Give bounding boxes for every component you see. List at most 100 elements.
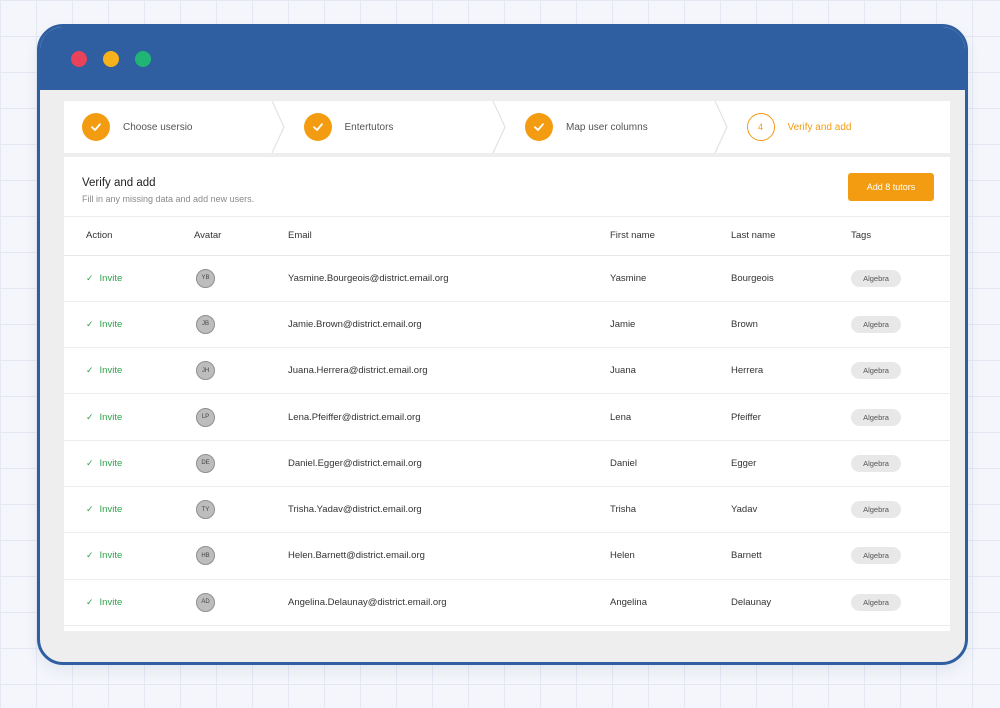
email-cell: Daniel.Egger@district.email.org bbox=[288, 440, 610, 487]
minimize-window-dot-icon[interactable] bbox=[103, 51, 119, 67]
step-divider-chevron-icon bbox=[713, 101, 728, 153]
last-name-cell: Bourgeois bbox=[731, 255, 851, 302]
table-row[interactable]: ✓ Invite AD Angelina.Delaunay@district.em… bbox=[64, 579, 950, 626]
check-icon: ✓ bbox=[86, 457, 94, 468]
table-row[interactable]: ✓ Invite DE Daniel.Egger@district.email.o… bbox=[64, 440, 950, 487]
invite-action[interactable]: ✓ Invite bbox=[86, 365, 122, 376]
first-name-cell: Yasmine bbox=[610, 255, 731, 302]
check-icon: ✓ bbox=[86, 596, 94, 607]
avatar: JH bbox=[196, 361, 215, 381]
wizard-stepper: Choose usersio Entertutors Map user colu… bbox=[64, 101, 950, 153]
avatar: JB bbox=[196, 314, 215, 334]
column-header-email[interactable]: Email bbox=[288, 217, 610, 256]
window-titlebar bbox=[40, 27, 965, 90]
first-name-cell: Lena bbox=[610, 393, 731, 441]
check-icon: ✓ bbox=[86, 272, 94, 283]
table-row[interactable]: ✓ Invite TY Trisha.Yadav@district.email.o… bbox=[64, 486, 950, 534]
avatar: HB bbox=[196, 546, 215, 566]
invite-action[interactable]: ✓ Invite bbox=[86, 273, 122, 284]
step-label: Map user columns bbox=[566, 121, 648, 133]
users-table: Action Avatar Email First name Last name… bbox=[64, 217, 950, 626]
first-name-cell: Helen bbox=[610, 532, 731, 580]
email-cell: Juana.Herrera@district.email.org bbox=[288, 347, 610, 395]
check-circle-icon bbox=[82, 113, 110, 141]
close-window-dot-icon[interactable] bbox=[71, 51, 87, 67]
invite-label: Invite bbox=[99, 411, 123, 423]
panel-subtitle: Fill in any missing data and add new use… bbox=[82, 194, 255, 204]
email-cell: Trisha.Yadav@district.email.org bbox=[288, 486, 610, 534]
add-tutors-button[interactable]: Add 8 tutors bbox=[848, 173, 934, 201]
tag-badge[interactable]: Algebra bbox=[851, 269, 901, 287]
invite-label: Invite bbox=[99, 318, 123, 330]
check-circle-icon bbox=[525, 113, 553, 141]
step-choose-users[interactable]: Choose usersio bbox=[64, 101, 286, 153]
column-header-first-name[interactable]: First name bbox=[610, 217, 731, 256]
step-number-badge: 4 bbox=[746, 113, 775, 141]
tag-badge[interactable]: Algebra bbox=[851, 315, 901, 333]
tag-badge[interactable]: Algebra bbox=[851, 362, 901, 380]
verify-panel: Verify and add Fill in any missing data … bbox=[64, 157, 950, 631]
step-enter-tutors[interactable]: Entertutors bbox=[286, 101, 508, 153]
table-header-row: Action Avatar Email First name Last name… bbox=[64, 217, 950, 256]
step-map-user-columns[interactable]: Map user columns bbox=[507, 101, 729, 153]
column-header-action[interactable]: Action bbox=[64, 217, 194, 256]
step-label: Choose usersio bbox=[123, 121, 193, 133]
table-row[interactable]: ✓ Invite LP Lena.Pfeiffer@district.email.… bbox=[64, 393, 950, 441]
tag-badge[interactable]: Algebra bbox=[851, 547, 901, 565]
tag-badge[interactable]: Algebra bbox=[851, 454, 901, 472]
first-name-cell: Trisha bbox=[610, 486, 731, 534]
panel-title: Verify and add bbox=[82, 177, 156, 189]
step-label: Entertutors bbox=[344, 121, 394, 133]
tag-badge[interactable]: Algebra bbox=[851, 593, 901, 611]
check-icon: ✓ bbox=[86, 365, 94, 376]
step-label: Verify and add bbox=[787, 121, 852, 133]
last-name-cell: Pfeiffer bbox=[731, 393, 851, 441]
check-icon: ✓ bbox=[86, 318, 94, 329]
last-name-cell: Barnett bbox=[731, 532, 851, 580]
step-divider-chevron-icon bbox=[270, 101, 285, 153]
invite-action[interactable]: ✓ Invite bbox=[86, 597, 122, 608]
column-header-tags[interactable]: Tags bbox=[851, 217, 950, 256]
last-name-cell: Herrera bbox=[731, 347, 851, 395]
avatar: AD bbox=[196, 592, 215, 612]
invite-action[interactable]: ✓ Invite bbox=[86, 550, 122, 561]
first-name-cell: Jamie bbox=[610, 301, 731, 349]
panel-header: Verify and add Fill in any missing data … bbox=[64, 157, 950, 217]
first-name-cell: Juana bbox=[610, 347, 731, 395]
column-header-last-name[interactable]: Last name bbox=[731, 217, 851, 256]
invite-action[interactable]: ✓ Invite bbox=[86, 458, 122, 469]
step-verify-and-add[interactable]: 4 Verify and add bbox=[729, 101, 951, 153]
tag-badge[interactable]: Algebra bbox=[851, 408, 901, 426]
avatar: YB bbox=[196, 268, 215, 288]
invite-label: Invite bbox=[99, 365, 123, 377]
tag-badge[interactable]: Algebra bbox=[851, 501, 901, 519]
check-circle-icon bbox=[303, 113, 332, 141]
email-cell: Angelina.Delaunay@district.email.org bbox=[288, 579, 610, 626]
invite-action[interactable]: ✓ Invite bbox=[86, 412, 122, 423]
table-row[interactable]: ✓ Invite YB Yasmine.Bourgeois@district.em… bbox=[64, 255, 950, 302]
email-cell: Yasmine.Bourgeois@district.email.org bbox=[288, 255, 610, 302]
invite-action[interactable]: ✓ Invite bbox=[86, 319, 122, 330]
last-name-cell: Yadav bbox=[731, 486, 851, 534]
step-divider-chevron-icon bbox=[492, 101, 506, 153]
table-row[interactable]: ✓ Invite JB Jamie.Brown@district.email.or… bbox=[64, 301, 950, 349]
invite-label: Invite bbox=[99, 550, 123, 562]
check-icon: ✓ bbox=[86, 411, 94, 422]
invite-label: Invite bbox=[99, 504, 123, 516]
last-name-cell: Brown bbox=[731, 301, 851, 349]
avatar: DE bbox=[196, 453, 215, 473]
column-header-avatar[interactable]: Avatar bbox=[194, 217, 288, 256]
invite-label: Invite bbox=[99, 272, 123, 284]
last-name-cell: Egger bbox=[731, 440, 851, 487]
email-cell: Helen.Barnett@district.email.org bbox=[288, 532, 610, 580]
first-name-cell: Daniel bbox=[610, 440, 731, 487]
check-icon: ✓ bbox=[86, 504, 94, 515]
table-row[interactable]: ✓ Invite HB Helen.Barnett@district.email.… bbox=[64, 532, 950, 580]
last-name-cell: Delaunay bbox=[731, 579, 851, 626]
check-icon: ✓ bbox=[86, 550, 94, 561]
maximize-window-dot-icon[interactable] bbox=[135, 51, 151, 67]
table-row[interactable]: ✓ Invite JH Juana.Herrera@district.email.… bbox=[64, 347, 950, 395]
invite-label: Invite bbox=[99, 596, 123, 608]
invite-action[interactable]: ✓ Invite bbox=[86, 504, 122, 515]
invite-label: Invite bbox=[99, 457, 123, 469]
